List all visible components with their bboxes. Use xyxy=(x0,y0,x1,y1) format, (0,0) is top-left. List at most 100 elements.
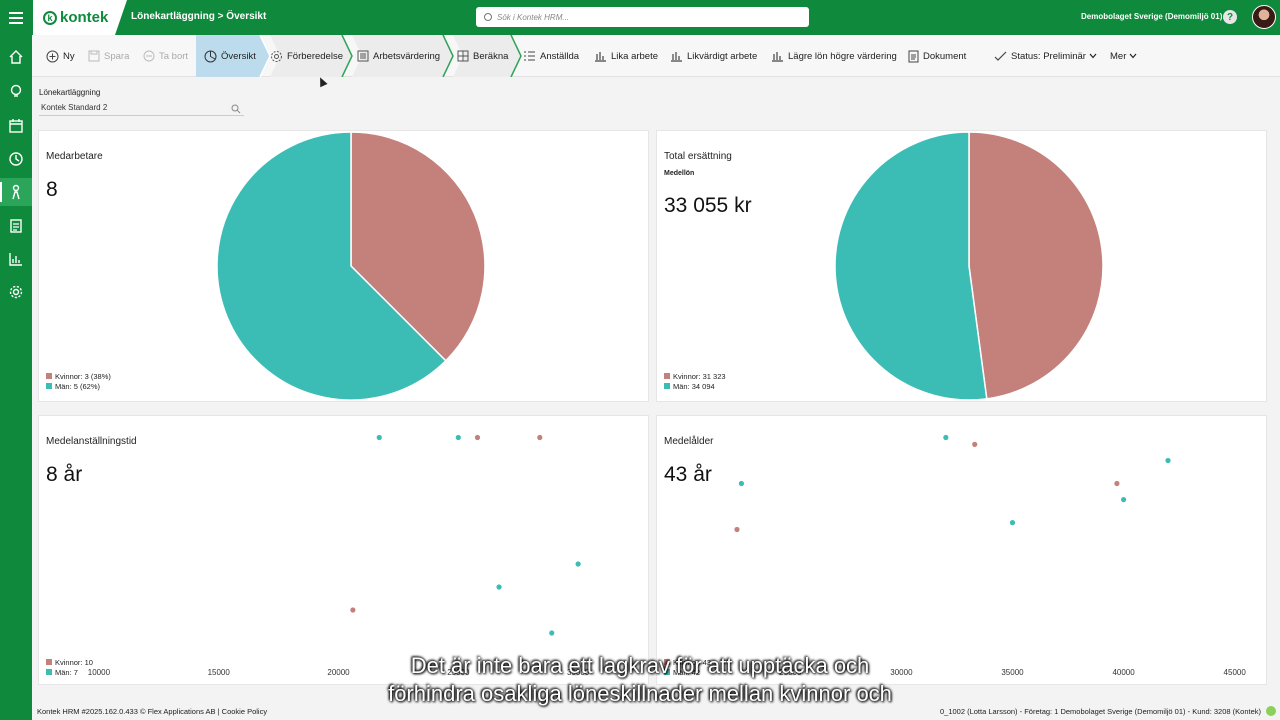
user-avatar[interactable] xyxy=(1252,5,1276,29)
new-label: Ny xyxy=(63,50,75,62)
footer-version[interactable]: Kontek HRM #2025.162.0.433 © Flex Applic… xyxy=(37,707,267,716)
pie-slice-kvinnor[interactable] xyxy=(968,131,1104,400)
step-calculate-label: Beräkna xyxy=(473,50,509,62)
sidebar xyxy=(0,35,32,720)
equivalent-work-chart-icon xyxy=(671,52,682,62)
kontek-logo[interactable]: k kontek xyxy=(33,0,115,35)
step-calculate[interactable]: Beräkna xyxy=(457,35,508,77)
scatter-point-män[interactable] xyxy=(376,434,382,441)
scatter-point-kvinnor[interactable] xyxy=(474,434,481,441)
age-scatter-chart: 25000 30000 35000 40000 45000 xyxy=(734,434,1247,677)
save-icon xyxy=(88,50,100,62)
search-icon xyxy=(484,13,492,21)
search-icon[interactable] xyxy=(231,104,241,114)
scatter-point-män[interactable] xyxy=(575,561,581,567)
scatter-point-män[interactable] xyxy=(1009,520,1016,526)
toolbar: Ny Spara Ta bort Översikt Förberedelse A… xyxy=(32,35,1280,77)
documents-label: Dokument xyxy=(923,50,967,62)
logo-text: kontek xyxy=(60,9,109,26)
home-icon[interactable] xyxy=(0,43,32,71)
employees-button[interactable]: Anställda xyxy=(523,35,579,77)
scatter-point-kvinnor[interactable] xyxy=(537,434,543,441)
search-input[interactable]: Sök i Kontek HRM... xyxy=(476,7,809,27)
legend-men: Män: 5 (62%) xyxy=(46,381,111,391)
step-overview-label: Översikt xyxy=(221,50,256,62)
scatter-point-kvinnor[interactable] xyxy=(972,441,978,447)
legend-women: Kvinnor: 31 323 xyxy=(664,371,726,381)
minus-circle-icon xyxy=(143,50,155,62)
scatter-point-män[interactable] xyxy=(738,480,745,487)
x-tick-label: 45000 xyxy=(1224,668,1247,677)
scatter-point-män[interactable] xyxy=(549,630,555,636)
lightbulb-icon[interactable] xyxy=(0,77,32,105)
legend-women: Kvinnor: 10 xyxy=(46,657,93,667)
search-placeholder: Sök i Kontek HRM... xyxy=(497,12,570,22)
equal-work-button[interactable]: Lika arbete xyxy=(594,35,658,77)
employees-label: Anställda xyxy=(540,50,580,62)
equivalent-work-label: Likvärdigt arbete xyxy=(687,50,758,62)
age-card: Medelålder 43 år 25000 30000 35000 40000 450… xyxy=(656,415,1267,685)
checkmark-icon xyxy=(994,51,1007,61)
step-preparation[interactable]: Förberedelse xyxy=(270,35,343,77)
new-button[interactable]: Ny xyxy=(46,35,75,77)
lower-pay-label: Lägre lön högre värdering xyxy=(788,50,897,62)
gear-icon[interactable] xyxy=(0,278,32,306)
x-tick-label: 40000 xyxy=(1112,668,1135,677)
company-selector[interactable]: Demobolaget Sverige (Demomiljö 01) xyxy=(1081,12,1222,21)
clock-icon[interactable] xyxy=(0,145,32,173)
save-button[interactable]: Spara xyxy=(88,35,129,77)
scatter-point-män[interactable] xyxy=(1165,457,1171,464)
delete-label: Ta bort xyxy=(159,50,189,62)
step-job-evaluation[interactable]: Arbetsvärdering xyxy=(357,35,440,77)
bar-chart-icon[interactable] xyxy=(0,245,32,273)
status-label: Status: Preliminär xyxy=(1011,50,1086,62)
save-label: Spara xyxy=(104,50,130,62)
equal-work-chart-icon xyxy=(595,52,606,62)
scatter-point-kvinnor[interactable] xyxy=(734,526,740,533)
step-preparation-label: Förberedelse xyxy=(287,50,343,62)
lower-pay-button[interactable]: Lägre lön högre värdering xyxy=(771,35,897,77)
chevron-down-icon xyxy=(1129,53,1137,59)
calendar-icon[interactable] xyxy=(0,112,32,140)
scatter-point-män[interactable] xyxy=(943,434,949,441)
scatter-point-kvinnor[interactable] xyxy=(1114,480,1120,487)
person-icon[interactable] xyxy=(0,178,32,206)
legend-men: Män: 7 xyxy=(46,667,93,677)
lower-pay-chart-icon xyxy=(772,52,783,62)
employees-card: Medarbetare 8 Kvinnor: 3 (38%) Män: 5 (6… xyxy=(38,130,649,402)
step-overview[interactable]: Översikt xyxy=(204,35,256,77)
pay-survey-label: Lönekartläggning xyxy=(39,88,101,97)
scatter-point-män[interactable] xyxy=(455,434,461,441)
chevron-down-icon xyxy=(1089,53,1097,59)
mouse-cursor xyxy=(316,75,328,88)
video-subtitle: Det är inte bara ett lagkrav för att upp… xyxy=(290,652,990,708)
pie-slice-män[interactable] xyxy=(834,131,988,401)
compensation-card: Total ersättning Medellön 33 055 kr Kvin… xyxy=(656,130,1267,402)
equivalent-work-button[interactable]: Likvärdigt arbete xyxy=(670,35,757,77)
list-icon xyxy=(357,50,369,62)
employees-pie-chart xyxy=(216,131,486,401)
scatter-point-män[interactable] xyxy=(496,584,502,590)
documents-button[interactable]: Dokument xyxy=(908,35,966,77)
hamburger-menu-icon[interactable] xyxy=(0,0,32,35)
delete-button[interactable]: Ta bort xyxy=(143,35,188,77)
grid-icon xyxy=(457,50,469,62)
scatter-point-kvinnor[interactable] xyxy=(350,607,356,613)
logo-mark-icon: k xyxy=(43,10,57,25)
help-icon[interactable]: ? xyxy=(1223,10,1237,24)
document-icon[interactable] xyxy=(0,212,32,240)
top-bar: k kontek Lönekartläggning > Översikt Sök… xyxy=(0,0,1280,35)
more-dropdown[interactable]: Mer xyxy=(1110,35,1141,77)
scatter-point-män[interactable] xyxy=(1120,497,1127,503)
tenure-scatter-chart: 10000 15000 20000 25000 30000 xyxy=(88,434,590,677)
compensation-pie-chart xyxy=(834,131,1104,401)
x-tick-label: 15000 xyxy=(208,668,231,677)
compensation-legend: Kvinnor: 31 323 Män: 34 094 xyxy=(664,371,726,391)
subtitle-line-1: Det är inte bara ett lagkrav för att upp… xyxy=(410,653,870,678)
pay-survey-select[interactable]: Kontek Standard 2 xyxy=(39,100,244,116)
status-dropdown[interactable]: Status: Preliminär xyxy=(994,35,1101,77)
cog-icon xyxy=(271,50,282,62)
step-job-evaluation-label: Arbetsvärdering xyxy=(373,50,441,62)
status-indicator xyxy=(1266,706,1276,716)
breadcrumb: Lönekartläggning > Översikt xyxy=(131,11,267,22)
